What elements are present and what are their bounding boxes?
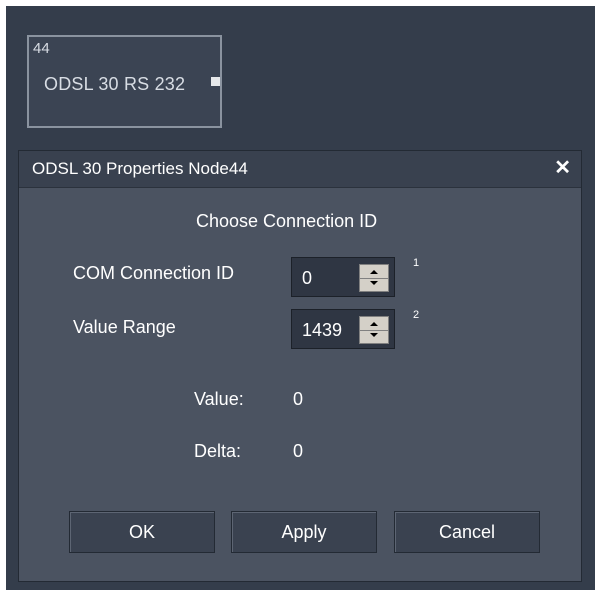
apply-button[interactable]: Apply (231, 511, 377, 553)
spinner-buttons[interactable] (359, 264, 389, 292)
com-connection-id-value[interactable]: 0 (302, 268, 312, 289)
com-connection-id-label: COM Connection ID (73, 263, 235, 283)
spinner-down-icon[interactable] (370, 333, 378, 337)
properties-dialog: ODSL 30 Properties Node44 ✕ Choose Conne… (18, 150, 582, 582)
spinner-buttons[interactable] (359, 316, 389, 344)
ok-button[interactable]: OK (69, 511, 215, 553)
dialog-titlebar[interactable]: ODSL 30 Properties Node44 ✕ (19, 151, 581, 188)
device-node[interactable]: 44 ODSL 30 RS 232 (27, 35, 222, 128)
value-range-label: Value Range (73, 317, 176, 337)
spinner-up-icon[interactable] (370, 270, 378, 274)
spinner-divider (360, 278, 388, 279)
com-connection-id-spinner[interactable]: 0 (291, 257, 395, 297)
cancel-button[interactable]: Cancel (394, 511, 540, 553)
value-range-spinner[interactable]: 1439 (291, 309, 395, 349)
field-superscript-2: 2 (413, 309, 420, 321)
node-id: 44 (33, 40, 50, 57)
node-label: ODSL 30 RS 232 (44, 74, 186, 94)
value-range-value[interactable]: 1439 (302, 320, 342, 341)
spinner-up-icon[interactable] (370, 322, 378, 326)
delta-readout: 0 (293, 441, 304, 461)
node-port-icon[interactable] (211, 77, 220, 86)
value-readout-label: Value: (194, 389, 244, 409)
value-readout: 0 (293, 389, 304, 409)
spinner-down-icon[interactable] (370, 281, 378, 285)
spinner-divider (360, 330, 388, 331)
delta-readout-label: Delta: (194, 441, 242, 461)
dialog-title: ODSL 30 Properties Node44 (32, 159, 248, 178)
field-superscript-1: 1 (413, 257, 420, 269)
dialog-heading: Choose Connection ID (196, 211, 378, 231)
workspace-canvas: 44 ODSL 30 RS 232 ODSL 30 Properties Nod… (6, 6, 595, 590)
close-icon[interactable]: ✕ (554, 157, 571, 179)
